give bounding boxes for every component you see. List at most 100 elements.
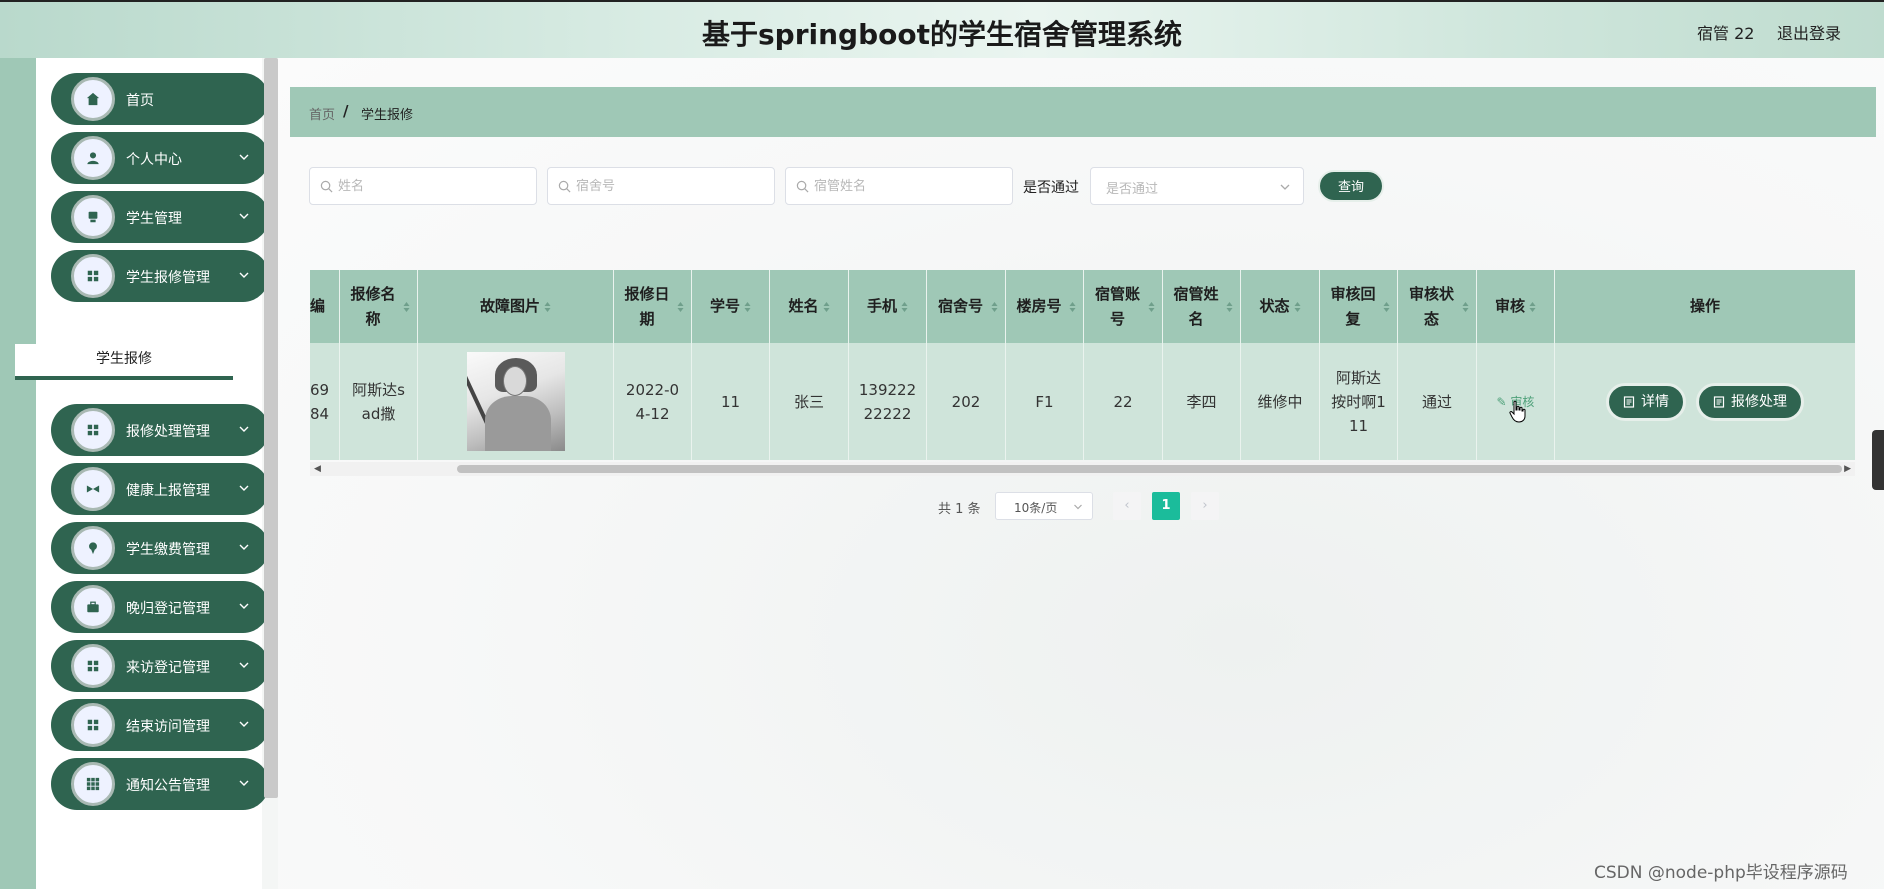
cell-fault-image bbox=[418, 343, 614, 460]
scrollbar-thumb[interactable] bbox=[457, 465, 1842, 473]
next-page-button[interactable]: › bbox=[1191, 492, 1219, 520]
sidebar-item-label: 学生缴费管理 bbox=[126, 542, 210, 558]
name-search-input[interactable] bbox=[338, 168, 488, 204]
col-student-no-header[interactable]: 学号 bbox=[692, 270, 770, 343]
student-icon bbox=[71, 195, 115, 239]
col-phone-header[interactable]: 手机 bbox=[849, 270, 927, 343]
breadcrumb-current: 学生报修 bbox=[361, 108, 414, 123]
sort-icon bbox=[1294, 301, 1300, 312]
logout-link[interactable]: 退出登录 bbox=[1777, 20, 1841, 44]
select-placeholder: 是否通过 bbox=[1106, 182, 1159, 197]
page-1-button[interactable]: 1 bbox=[1152, 492, 1180, 520]
table-row: 6984 阿斯达sad撒 2022-04-12 11 张三 1392222222… bbox=[310, 343, 1855, 460]
col-dorm-header[interactable]: 宿舍号 bbox=[927, 270, 1006, 343]
sidebar-item-notices[interactable]: 通知公告管理 bbox=[51, 758, 269, 810]
page-size-select[interactable]: 10条/页 bbox=[995, 492, 1093, 520]
pagination-total: 共 1 条 bbox=[938, 502, 981, 517]
manager-search-input[interactable] bbox=[814, 168, 964, 204]
sort-icon bbox=[991, 301, 997, 312]
image-robe bbox=[484, 396, 551, 451]
sidebar-item-students[interactable]: 学生管理 bbox=[51, 191, 269, 243]
table-horizontal-scrollbar[interactable]: ◀ ▶ bbox=[310, 462, 1855, 476]
cell-status: 维修中 bbox=[1241, 343, 1320, 460]
submenu-student-repair[interactable]: 学生报修 bbox=[15, 344, 233, 380]
col-date-header[interactable]: 报修日期 bbox=[614, 270, 692, 343]
col-id-header[interactable]: 编 bbox=[310, 270, 340, 343]
col-fault-image-header[interactable]: 故障图片 bbox=[418, 270, 614, 343]
cell-name: 张三 bbox=[770, 343, 849, 460]
col-audit-header[interactable]: 审核 bbox=[1477, 270, 1555, 343]
detail-button[interactable]: 详情 bbox=[1606, 382, 1686, 421]
col-manager-name-header[interactable]: 宿管姓名 bbox=[1163, 270, 1241, 343]
current-user: 宿管 22 bbox=[1697, 24, 1755, 43]
sort-icon bbox=[1462, 301, 1468, 312]
col-status-header[interactable]: 状态 bbox=[1241, 270, 1320, 343]
scroll-right-arrow-icon[interactable]: ▶ bbox=[1844, 464, 1851, 474]
breadcrumb-home[interactable]: 首页 bbox=[309, 104, 335, 123]
chevron-down-icon bbox=[239, 721, 249, 727]
col-name-header[interactable]: 姓名 bbox=[770, 270, 849, 343]
chevron-down-icon bbox=[239, 662, 249, 668]
sort-icon bbox=[1069, 301, 1076, 312]
sidebar-item-end-visits[interactable]: 结束访问管理 bbox=[51, 699, 269, 751]
right-edge-tab[interactable] bbox=[1872, 430, 1884, 490]
col-manager-account-header[interactable]: 宿管账号 bbox=[1084, 270, 1163, 343]
col-repair-name-header[interactable]: 报修名称 bbox=[340, 270, 418, 343]
dorm-search-input[interactable] bbox=[576, 168, 726, 204]
pass-filter-select[interactable]: 是否通过 bbox=[1090, 167, 1304, 205]
cell-manager-account: 22 bbox=[1084, 343, 1163, 460]
sort-icon bbox=[823, 301, 829, 312]
chevron-down-icon bbox=[239, 780, 249, 786]
name-search-field[interactable] bbox=[309, 167, 537, 205]
health-icon bbox=[71, 467, 115, 511]
pass-filter-label: 是否通过 bbox=[1023, 180, 1079, 196]
sidebar-item-repair-mgmt[interactable]: 学生报修管理 bbox=[51, 250, 269, 302]
sidebar-item-label: 通知公告管理 bbox=[126, 778, 210, 794]
cell-building: F1 bbox=[1006, 343, 1084, 460]
system-title: 基于springboot的学生宿舍管理系统 bbox=[702, 18, 1182, 51]
sort-icon bbox=[403, 301, 410, 312]
user-icon bbox=[71, 136, 115, 180]
cell-student-no: 11 bbox=[692, 343, 770, 460]
sort-icon bbox=[544, 301, 551, 312]
fault-image-thumbnail[interactable] bbox=[466, 352, 565, 451]
sort-icon bbox=[901, 301, 908, 312]
sidebar-item-visits[interactable]: 来访登记管理 bbox=[51, 640, 269, 692]
briefcase-icon bbox=[71, 585, 115, 629]
sidebar-item-late-return[interactable]: 晚归登记管理 bbox=[51, 581, 269, 633]
chevron-down-icon bbox=[239, 603, 249, 609]
chevron-down-icon bbox=[239, 272, 249, 278]
col-actions-header: 操作 bbox=[1689, 297, 1720, 315]
query-button[interactable]: 查询 bbox=[1318, 170, 1384, 202]
sidebar-item-label: 首页 bbox=[126, 93, 154, 109]
sidebar-item-repair-process[interactable]: 报修处理管理 bbox=[51, 404, 269, 456]
col-building-header[interactable]: 楼房号 bbox=[1006, 270, 1084, 343]
chevron-down-icon bbox=[1280, 184, 1290, 190]
col-audit-status-header[interactable]: 审核状态 bbox=[1398, 270, 1477, 343]
chevron-down-icon bbox=[239, 213, 249, 219]
cell-reply: 阿斯达按时啊111 bbox=[1320, 343, 1398, 460]
mouse-pointer-icon bbox=[1509, 400, 1526, 423]
sidebar-item-health[interactable]: 健康上报管理 bbox=[51, 463, 269, 515]
chevron-down-icon bbox=[239, 544, 249, 550]
chevron-down-icon bbox=[239, 485, 249, 491]
dorm-search-field[interactable] bbox=[547, 167, 775, 205]
grid-icon bbox=[71, 703, 115, 747]
cell-manager-name: 李四 bbox=[1163, 343, 1241, 460]
scroll-left-arrow-icon[interactable]: ◀ bbox=[314, 464, 321, 474]
sort-icon bbox=[1226, 301, 1233, 312]
document-icon bbox=[1713, 395, 1725, 408]
sidebar-item-profile[interactable]: 个人中心 bbox=[51, 132, 269, 184]
prev-page-button[interactable]: ‹ bbox=[1113, 492, 1141, 520]
cell-dorm: 202 bbox=[927, 343, 1006, 460]
sidebar-scrollbar[interactable] bbox=[264, 58, 278, 798]
manager-search-field[interactable] bbox=[785, 167, 1013, 205]
process-repair-button[interactable]: 报修处理 bbox=[1696, 382, 1804, 421]
apps-icon bbox=[71, 762, 115, 806]
search-icon bbox=[558, 180, 571, 193]
sidebar-edge bbox=[0, 58, 36, 889]
top-header: 基于springboot的学生宿舍管理系统 宿管 22 退出登录 bbox=[0, 0, 1884, 58]
sidebar-item-home[interactable]: 首页 bbox=[51, 73, 269, 125]
col-reply-header[interactable]: 审核回复 bbox=[1320, 270, 1398, 343]
sidebar-item-fees[interactable]: 学生缴费管理 bbox=[51, 522, 269, 574]
